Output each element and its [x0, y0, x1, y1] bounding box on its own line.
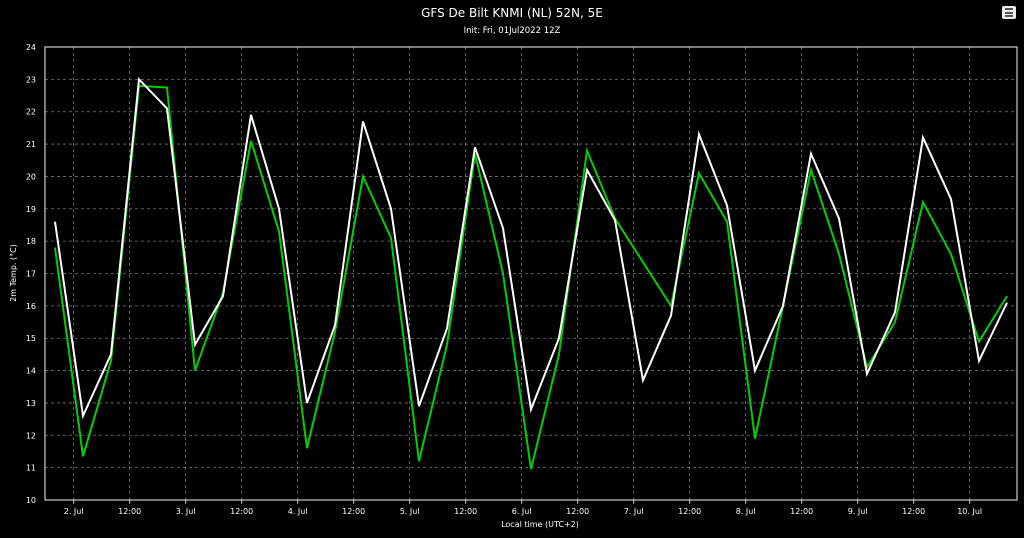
x-tick-label: 6. Jul	[512, 507, 532, 516]
y-tick-label: 12	[26, 431, 36, 440]
temperature-chart: 10 11 12 13 14 15 16 17 18 19 20 21 22 23 24 2. Jul 12:0…	[9, 43, 1018, 529]
x-tick-label: 12:00	[902, 507, 925, 516]
y-tick-label: 13	[26, 399, 36, 408]
y-tick-label: 20	[26, 172, 36, 181]
y-tick-label: 18	[26, 237, 36, 246]
x-tick-label: 2. Jul	[64, 507, 84, 516]
y-tick-label: 11	[26, 464, 36, 473]
x-tick-label: 5. Jul	[400, 507, 420, 516]
y-tick-label: 15	[26, 334, 36, 343]
x-tick-label: 12:00	[342, 507, 365, 516]
x-tick-label: 7. Jul	[624, 507, 644, 516]
x-tick-label: 12:00	[230, 507, 253, 516]
y-tick-label: 19	[26, 205, 36, 214]
y-tick-label: 14	[26, 367, 36, 376]
y-tick-label: 21	[26, 140, 36, 149]
y-tick-label: 16	[26, 302, 36, 311]
x-tick-label: 12:00	[454, 507, 477, 516]
x-tick-label: 12:00	[678, 507, 701, 516]
y-tick-label: 24	[26, 43, 36, 52]
y-tick-label: 22	[26, 108, 36, 117]
x-tick-label: 12:00	[790, 507, 813, 516]
x-tick-label: 9. Jul	[848, 507, 868, 516]
y-tick-label: 23	[26, 75, 36, 84]
x-axis-label: Local time (UTC+2)	[501, 520, 579, 529]
y-axis-label: 2m Temp. (°C)	[9, 244, 18, 302]
grid	[45, 47, 1017, 504]
x-tick-label: 4. Jul	[288, 507, 308, 516]
x-tick-label: 10. Jul	[957, 507, 982, 516]
x-tick-label: 12:00	[118, 507, 141, 516]
x-tick-label: 8. Jul	[736, 507, 756, 516]
y-tick-label: 17	[26, 270, 36, 279]
y-tick-label: 10	[26, 496, 36, 505]
x-tick-label: 3. Jul	[176, 507, 196, 516]
x-tick-label: 12:00	[566, 507, 589, 516]
